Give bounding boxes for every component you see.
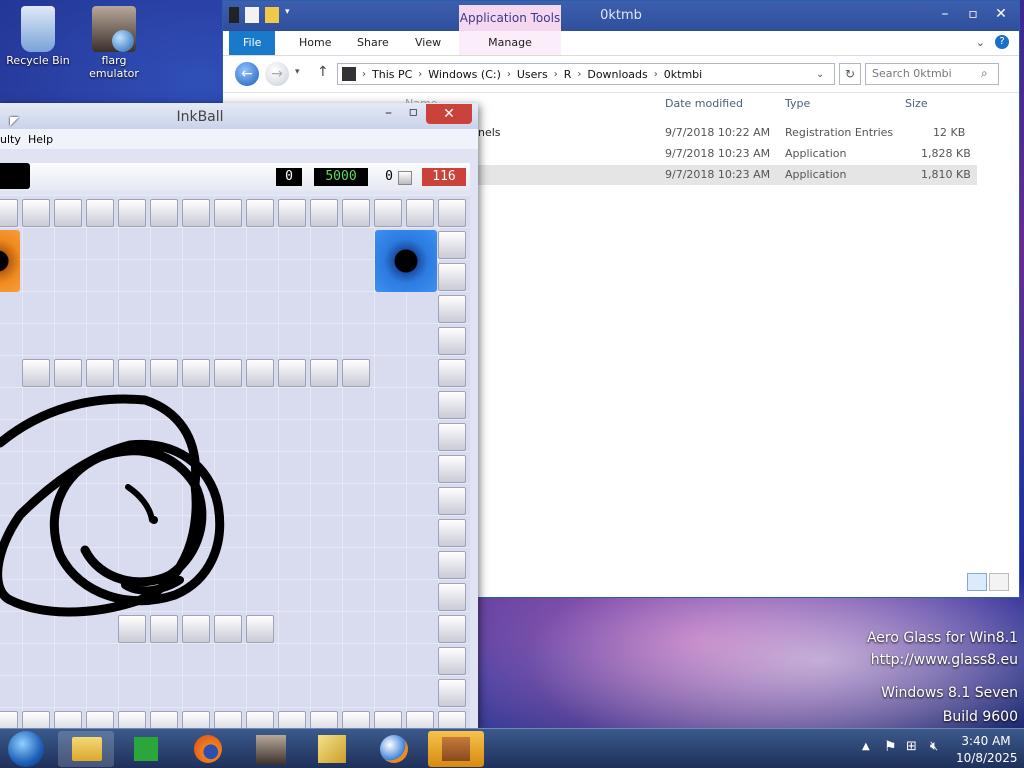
details-view-icon[interactable] (967, 573, 987, 591)
mouse-cursor-icon (10, 117, 19, 126)
up-button[interactable]: ↑ (317, 64, 329, 80)
network-icon[interactable]: ⊞ (906, 739, 917, 754)
image-app-icon (256, 735, 286, 765)
column-size[interactable]: Size (905, 97, 928, 110)
this-pc-icon (342, 67, 356, 81)
folder-app-icon (318, 735, 346, 763)
tab-home[interactable]: Home (285, 31, 345, 55)
file-size: 1,828 KB (921, 147, 971, 160)
file-date: 9/7/2018 10:22 AM (665, 126, 771, 139)
menu-help[interactable]: Help (28, 133, 53, 146)
address-bar[interactable]: › This PC › Windows (C:) › Users › R › D… (337, 63, 835, 85)
ink-stroke-path (0, 394, 225, 617)
breadcrumb-windows-c[interactable]: Windows (C:) (428, 68, 507, 81)
ink-strokes (0, 394, 225, 617)
tab-view[interactable]: View (401, 31, 455, 55)
inkball-maximize-button[interactable]: ▫ (409, 104, 419, 120)
taskbar-folder-app[interactable] (304, 731, 360, 767)
timer-score: 0 (276, 168, 302, 186)
watermark-line-3: Windows 8.1 Seven (881, 685, 1018, 701)
forward-button[interactable]: → (265, 62, 289, 86)
breadcrumb-users[interactable]: Users (517, 68, 554, 81)
minimize-button[interactable]: – (931, 3, 959, 25)
taskbar-image-app[interactable] (242, 731, 298, 767)
watermark-line-4: Build 9600 (942, 709, 1018, 725)
ball-queue-display (0, 163, 30, 189)
goal-score: 5000 (314, 168, 368, 186)
taskbar-store[interactable] (118, 731, 174, 767)
taskbar-network-app[interactable] (428, 731, 484, 767)
file-type: Application (785, 168, 847, 181)
close-button[interactable]: ✕ (987, 3, 1015, 25)
address-row: ← → ▾ ↑ › This PC › Windows (C:) › Users… (223, 56, 1019, 93)
show-hidden-icons[interactable]: ▲ (862, 741, 870, 752)
flarg-emulator-shortcut[interactable]: flarg emulator (76, 6, 152, 80)
help-icon[interactable]: ? (995, 35, 1009, 49)
time-left: 116 (422, 168, 466, 186)
file-date: 9/7/2018 10:23 AM (665, 147, 771, 160)
recycle-bin-label: Recycle Bin (6, 54, 70, 67)
network-app-icon (442, 737, 470, 761)
tab-file[interactable]: File (229, 31, 276, 55)
maximize-button[interactable]: ▫ (959, 3, 987, 25)
breadcrumb-0ktmbi[interactable]: 0ktmbi (664, 68, 708, 81)
flarg-emulator-icon (92, 6, 136, 52)
column-type[interactable]: Type (785, 97, 810, 110)
inkball-title: InkBall (176, 109, 224, 125)
file-type: Registration Entries (785, 126, 894, 139)
watermark-line-1: Aero Glass for Win8.1 (866, 630, 1018, 646)
black-ball (150, 516, 158, 524)
clock-date[interactable]: 10/8/2025 (956, 751, 1018, 765)
file-date: 9/7/2018 10:23 AM (665, 168, 771, 181)
score-bar: 0 5000 0 116 (0, 163, 470, 191)
inkball-window: InkBall – ▫ ✕ ulty Help 0 5000 0 116 (0, 103, 478, 728)
refresh-button[interactable]: ↻ (839, 63, 861, 85)
desktop: Recycle Bin flarg emulator Aero Glass fo… (0, 0, 1024, 768)
taskbar-explorer[interactable] (58, 731, 114, 767)
ball-count-icon (398, 171, 412, 185)
large-icons-view-icon[interactable] (989, 573, 1009, 591)
ribbon-tabs: File Home Share View Manage ⌄ ? (223, 31, 1019, 56)
tab-manage[interactable]: Manage (459, 31, 561, 55)
back-button[interactable]: ← (235, 62, 259, 86)
folder-icon (72, 737, 102, 761)
clock-time[interactable]: 3:40 AM (956, 734, 1016, 748)
firefox-icon (194, 735, 222, 763)
game-board[interactable] (0, 195, 470, 728)
start-button[interactable] (8, 731, 44, 767)
taskbar: ▲ ⚑ ⊞ 🔇︎ 3:40 AM 10/8/2025 (0, 728, 1024, 768)
paint-app-icon (380, 735, 408, 763)
taskbar-paint-app[interactable] (366, 731, 422, 767)
breadcrumb-this-pc[interactable]: This PC (372, 68, 418, 81)
action-center-flag-icon[interactable]: ⚑ (884, 739, 897, 755)
watermark-line-2: http://www.glass8.eu (870, 652, 1018, 668)
volume-muted-icon[interactable]: 🔇︎ (930, 739, 938, 754)
ink-stroke-path (125, 484, 155, 523)
tab-share[interactable]: Share (343, 31, 403, 55)
search-input[interactable]: Search 0ktmbi (865, 63, 999, 85)
address-dropdown-icon[interactable]: ⌄ (816, 69, 824, 80)
recycle-bin-icon (21, 6, 55, 52)
file-type: Application (785, 147, 847, 160)
inkball-menubar: ulty Help (0, 129, 478, 149)
recent-locations-icon[interactable]: ▾ (295, 67, 300, 77)
menu-difficulty[interactable]: ulty (0, 133, 21, 146)
explorer-titlebar[interactable]: ▾ Application Tools 0ktmb – ▫ ✕ (223, 1, 1019, 31)
inkball-minimize-button[interactable]: – (385, 105, 392, 121)
caught-count: 0 (385, 169, 393, 184)
column-date-modified[interactable]: Date modified (665, 97, 743, 110)
ribbon-expand-icon[interactable]: ⌄ (976, 36, 985, 49)
breadcrumb-downloads[interactable]: Downloads (587, 68, 653, 81)
file-size: 12 KB (933, 126, 966, 139)
recycle-bin-shortcut[interactable]: Recycle Bin (0, 6, 76, 67)
taskbar-firefox[interactable] (180, 731, 236, 767)
store-icon (134, 737, 158, 761)
inkball-titlebar[interactable]: InkBall – ▫ ✕ (0, 103, 478, 129)
inkball-close-button[interactable]: ✕ (426, 104, 472, 124)
breadcrumb-r[interactable]: R (564, 68, 578, 81)
file-size: 1,810 KB (921, 168, 971, 181)
search-icon: ⌕ (981, 66, 988, 80)
flarg-emulator-label: flarg emulator (89, 54, 139, 80)
explorer-title: 0ktmb (600, 8, 642, 23)
